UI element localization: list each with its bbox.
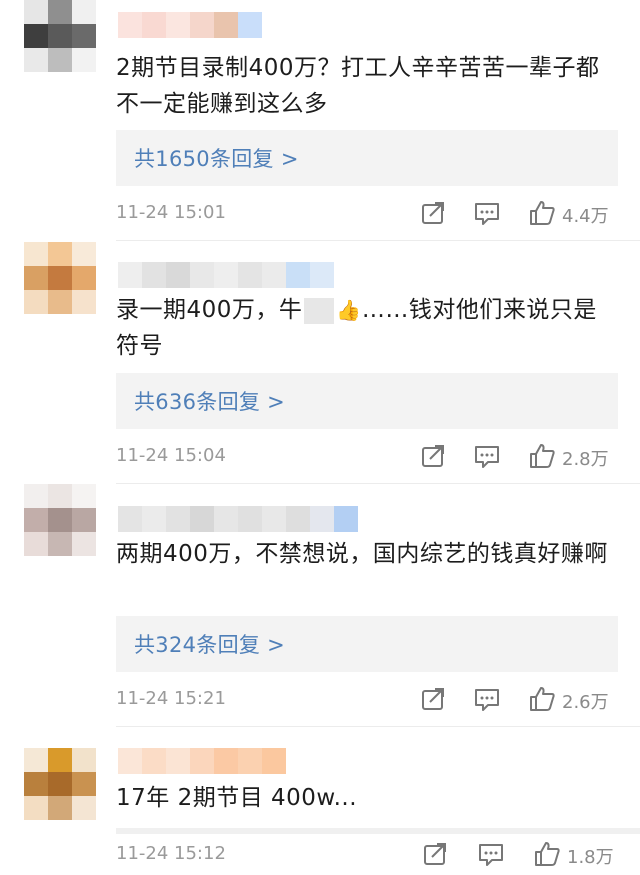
avatar[interactable] bbox=[24, 0, 96, 72]
comment-text-part: 录一期400万，牛 bbox=[116, 297, 303, 323]
comment-text: 17年 2期节目 400w... bbox=[116, 785, 358, 811]
reply-box-edge bbox=[116, 828, 640, 834]
avatar[interactable] bbox=[24, 484, 96, 556]
comment-meta: 11-24 15:12 1.8万 bbox=[0, 835, 640, 875]
timestamp: 11-24 15:04 bbox=[116, 445, 226, 466]
comment-text: 2期节目录制400万？打工人辛辛苦苦一辈子都不一定能赚到这么多 bbox=[116, 55, 600, 117]
like-count: 1.8万 bbox=[567, 847, 614, 868]
redacted-character bbox=[304, 297, 335, 324]
thumbs-up-icon[interactable] bbox=[527, 198, 557, 228]
comment-icon[interactable] bbox=[472, 684, 502, 714]
username-blurred[interactable] bbox=[118, 262, 334, 288]
like-count: 2.8万 bbox=[562, 449, 609, 470]
timestamp: 11-24 15:01 bbox=[116, 202, 226, 223]
timestamp: 11-24 15:21 bbox=[116, 688, 226, 709]
comment-meta: 11-24 15:04 2.8万 bbox=[0, 437, 640, 477]
username-blurred[interactable] bbox=[118, 748, 286, 774]
divider bbox=[116, 726, 640, 727]
share-icon[interactable] bbox=[418, 684, 448, 714]
thumbs-up-icon[interactable] bbox=[527, 684, 557, 714]
username-blurred[interactable] bbox=[118, 12, 262, 38]
timestamp: 11-24 15:12 bbox=[116, 843, 226, 864]
comment-meta: 11-24 15:01 4.4万 bbox=[0, 194, 640, 234]
comment-feed: 2期节目录制400万？打工人辛辛苦苦一辈子都不一定能赚到这么多 共1650条回复… bbox=[0, 0, 640, 871]
view-replies-button[interactable]: 共1650条回复 > bbox=[116, 130, 618, 186]
comment-meta: 11-24 15:21 2.6万 bbox=[0, 680, 640, 720]
share-icon[interactable] bbox=[418, 441, 448, 471]
comment-icon[interactable] bbox=[472, 198, 502, 228]
view-replies-button[interactable]: 共636条回复 > bbox=[116, 373, 618, 429]
avatar[interactable] bbox=[24, 242, 96, 314]
comment-text: 两期400万，不禁想说，国内综艺的钱真好赚啊 bbox=[116, 541, 608, 567]
like-count: 4.4万 bbox=[562, 206, 609, 227]
divider bbox=[116, 240, 640, 241]
comment-icon[interactable] bbox=[472, 441, 502, 471]
comment-icon[interactable] bbox=[476, 839, 506, 869]
view-replies-button[interactable]: 共324条回复 > bbox=[116, 616, 618, 672]
share-icon[interactable] bbox=[420, 839, 450, 869]
thumbs-up-icon[interactable] bbox=[527, 441, 557, 471]
comment-text: 录一期400万，牛 👍……钱对他们来说只是符号 bbox=[116, 292, 616, 364]
username-blurred[interactable] bbox=[118, 506, 358, 532]
thumbs-up-icon[interactable] bbox=[532, 839, 562, 869]
avatar[interactable] bbox=[24, 748, 96, 820]
thumbs-up-emoji: 👍 bbox=[336, 298, 362, 322]
divider bbox=[116, 483, 640, 484]
like-count: 2.6万 bbox=[562, 692, 609, 713]
share-icon[interactable] bbox=[418, 198, 448, 228]
